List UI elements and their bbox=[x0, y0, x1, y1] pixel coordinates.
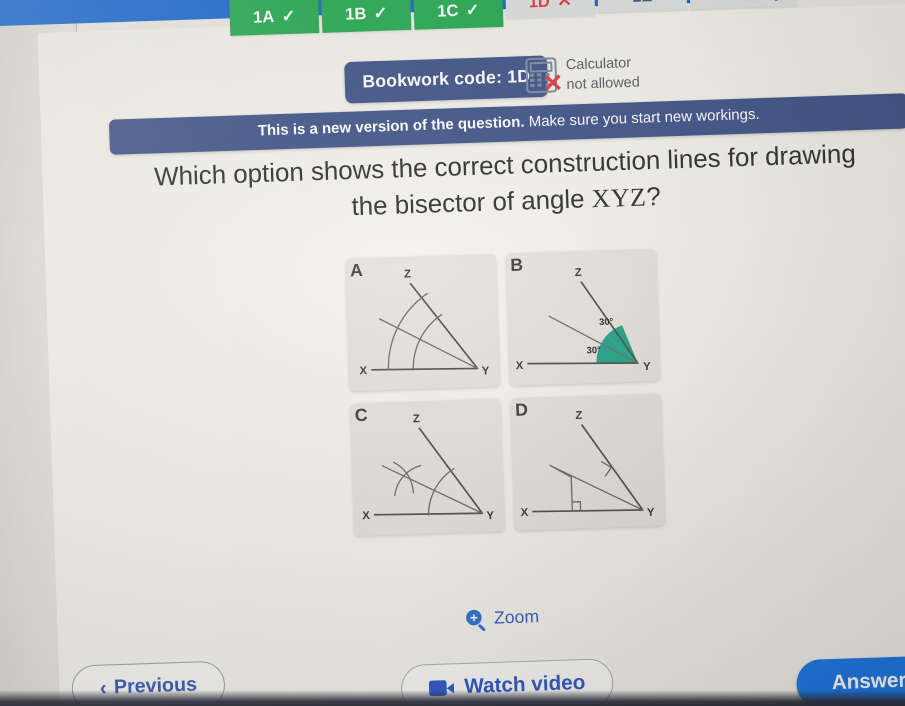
tab-1d[interactable]: 1D ✕ bbox=[505, 0, 596, 19]
new-version-banner-rest: Make sure you start new workings. bbox=[524, 106, 760, 131]
cross-icon: ✕ bbox=[556, 0, 573, 11]
answer-options: A X Y Z B 30° 30° X Y Z C X Y Z D X Y Z bbox=[345, 248, 686, 549]
option-a-label-y: Y bbox=[482, 365, 490, 377]
tab-1c-label: 1C bbox=[436, 2, 459, 21]
tab-summary-label: Summary bbox=[703, 0, 784, 5]
sparx-logo-icon bbox=[0, 0, 76, 2]
question-sheet: Bookwork code: 1D ✕ Calculator not allow… bbox=[37, 3, 905, 706]
photographed-screen: Bookwork code: 1D ✕ Calculator not allow… bbox=[0, 0, 905, 706]
option-card-b[interactable]: B 30° 30° X Y Z bbox=[505, 248, 661, 386]
bookwork-code-badge: Bookwork code: 1D bbox=[344, 55, 549, 104]
option-b-label-x: X bbox=[516, 360, 524, 372]
option-a-diagram: X Y Z bbox=[359, 268, 490, 377]
check-icon: ✓ bbox=[465, 1, 480, 20]
option-c-label-x: X bbox=[362, 510, 370, 522]
tab-1a[interactable]: 1A ✓ bbox=[228, 0, 320, 36]
option-b-angle-lower: 30° bbox=[587, 345, 602, 355]
tab-summary[interactable]: Summary bbox=[689, 0, 798, 10]
option-a-label-x: X bbox=[359, 365, 367, 377]
option-b-label-z: Z bbox=[575, 267, 582, 279]
option-c-label-z: Z bbox=[413, 413, 420, 425]
option-c-label-y: Y bbox=[486, 510, 494, 522]
check-icon: ✓ bbox=[373, 4, 388, 23]
question-angle-name: XYZ bbox=[591, 183, 647, 214]
check-icon: ✓ bbox=[281, 7, 296, 26]
calculator-text: Calculator not allowed bbox=[565, 52, 640, 94]
zoom-in-icon: + bbox=[465, 609, 486, 632]
option-a-label-z: Z bbox=[404, 268, 411, 280]
tab-1b[interactable]: 1B ✓ bbox=[320, 0, 412, 33]
question-line-2-post: ? bbox=[645, 182, 662, 212]
answer-options-row-1: A X Y Z B 30° 30° X Y Z bbox=[345, 248, 680, 392]
zoom-button[interactable]: + Zoom bbox=[465, 606, 540, 632]
option-card-c[interactable]: C X Y Z bbox=[350, 398, 505, 537]
tab-1c[interactable]: 1C ✓ bbox=[412, 0, 504, 30]
calculator-icon: ✕ bbox=[525, 57, 564, 98]
option-a-tag: A bbox=[349, 260, 364, 281]
zoom-button-label: Zoom bbox=[493, 606, 540, 628]
tab-1b-label: 1B bbox=[344, 5, 367, 24]
option-card-a[interactable]: A X Y Z bbox=[345, 253, 500, 392]
answer-options-row-2: C X Y Z D X Y Z bbox=[350, 393, 685, 537]
option-d-tag: D bbox=[514, 399, 529, 420]
option-b-tag: B bbox=[510, 255, 524, 276]
option-b-label-y: Y bbox=[643, 361, 651, 373]
tab-1d-label: 1D bbox=[528, 0, 551, 12]
question-line-2-pre: the bisector of angle bbox=[351, 184, 593, 222]
option-d-diagram: X Y Z bbox=[520, 410, 655, 519]
option-d-label-x: X bbox=[520, 507, 528, 519]
calculator-text-line1: Calculator bbox=[565, 53, 632, 73]
option-c-diagram: X Y Z bbox=[362, 413, 495, 522]
tab-1a-label: 1A bbox=[252, 8, 275, 27]
option-card-d[interactable]: D X Y Z bbox=[510, 393, 665, 531]
option-b-diagram: 30° 30° X Y Z bbox=[516, 267, 652, 373]
option-d-label-y: Y bbox=[647, 507, 655, 519]
screen-bottom-bezel bbox=[0, 690, 905, 706]
option-c-tag: C bbox=[354, 405, 368, 426]
app-page: Bookwork code: 1D ✕ Calculator not allow… bbox=[0, 0, 905, 706]
tab-1e[interactable]: 1E bbox=[597, 0, 688, 13]
calculator-not-allowed: ✕ Calculator not allowed bbox=[525, 52, 640, 98]
calculator-text-line2: not allowed bbox=[566, 72, 640, 92]
tab-1e-label: 1E bbox=[632, 0, 653, 7]
new-version-banner-bold: This is a new version of the question. bbox=[257, 114, 525, 140]
red-cross-icon: ✕ bbox=[542, 69, 564, 98]
option-b-angle-upper: 30° bbox=[599, 317, 614, 327]
option-d-label-z: Z bbox=[575, 410, 582, 422]
